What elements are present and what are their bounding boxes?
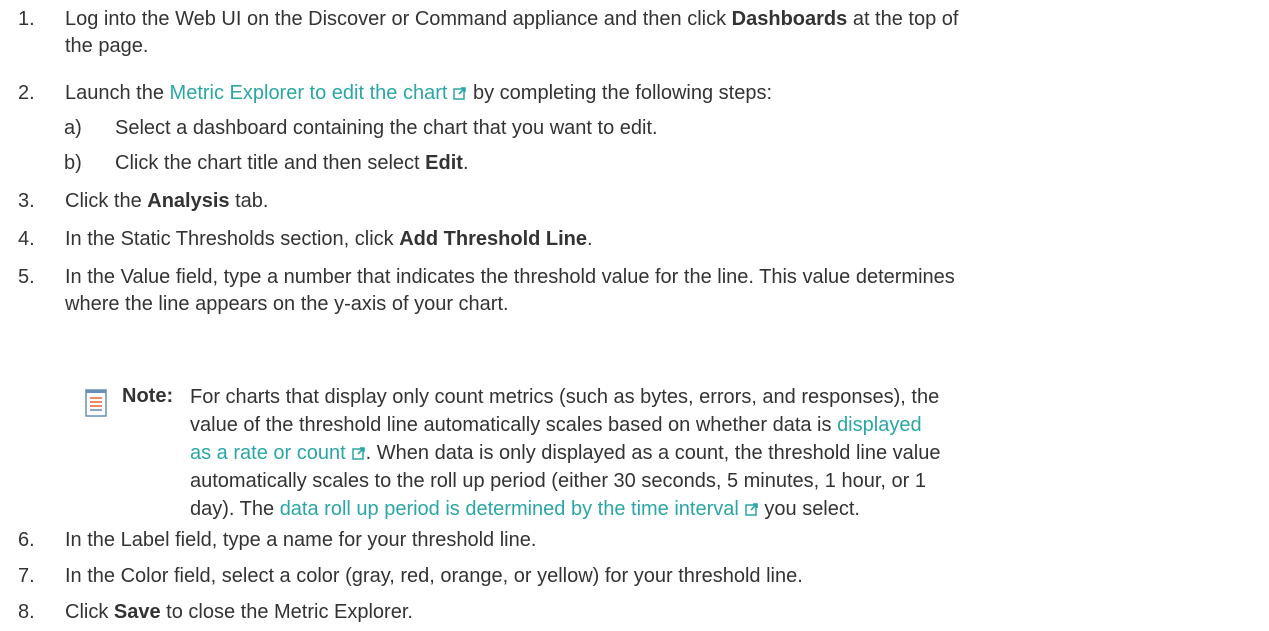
step-number: 1.	[18, 8, 35, 30]
ui-term-edit: Edit	[425, 152, 463, 174]
step-text: by completing the following steps:	[467, 82, 773, 104]
step-text: Log into the Web UI on the Discover or C…	[65, 8, 732, 30]
step-number: 8.	[18, 601, 35, 623]
step-text: Click the	[65, 190, 148, 212]
step-number: 5.	[18, 266, 35, 288]
note-icon	[85, 389, 107, 417]
step-text: tab.	[229, 190, 269, 212]
external-link-icon[interactable]	[745, 502, 759, 516]
roll-up-period-link[interactable]: data roll up period is determined by the…	[280, 498, 739, 520]
step-number: 7.	[18, 565, 35, 587]
step-text: In the Label field, type a name for your…	[65, 529, 537, 551]
step-text: In the Value field, type a number that i…	[65, 266, 955, 288]
step-text: the page.	[65, 35, 149, 57]
ui-term-save: Save	[113, 601, 161, 623]
step-number: 3.	[18, 190, 35, 212]
step-text: Click	[65, 601, 114, 623]
step-number: 6.	[18, 529, 35, 551]
step-text: .	[587, 228, 593, 250]
note-label: Note:	[122, 385, 174, 407]
ui-term-add-threshold-line: Add Threshold Line	[399, 228, 588, 250]
ui-term-dashboards: Dashboards	[731, 8, 848, 30]
step-text: .	[462, 152, 469, 174]
note-text: For charts that display only count metri…	[190, 386, 940, 408]
step-text: at the top of	[847, 8, 959, 30]
note-text: automatically scales to the roll up peri…	[190, 470, 926, 492]
rate-or-count-link[interactable]: as a rate or count	[190, 442, 346, 464]
procedure: 1. Log into the Web UI on the Discover o…	[0, 0, 1269, 631]
step-text: Launch the	[65, 82, 170, 104]
ui-term-analysis: Analysis	[147, 190, 230, 212]
note-text: value of the threshold line automaticall…	[190, 414, 838, 436]
note-text: you select.	[758, 498, 860, 520]
step-text: to close the Metric Explorer.	[160, 601, 413, 623]
rate-or-count-link[interactable]: displayed	[837, 414, 922, 436]
step-text: In the Static Thresholds section, click	[65, 228, 400, 250]
external-link-icon[interactable]	[453, 86, 467, 100]
note-text: . When data is only displayed as a count…	[365, 442, 941, 464]
substep-letter: b)	[64, 152, 82, 174]
step-number: 2.	[18, 82, 35, 104]
metric-explorer-link[interactable]: Metric Explorer to edit the chart	[170, 82, 448, 104]
substep-letter: a)	[64, 117, 82, 139]
external-link-icon[interactable]	[351, 446, 366, 460]
step-text: In the Color field, select a color (gray…	[65, 565, 803, 587]
step-text: Select a dashboard containing the chart …	[115, 117, 658, 139]
step-text: Click the chart title and then select	[115, 152, 426, 174]
step-text: where the line appears on the y-axis of …	[65, 293, 509, 315]
step-number: 4.	[18, 228, 35, 250]
note-text: day). The	[190, 498, 280, 520]
